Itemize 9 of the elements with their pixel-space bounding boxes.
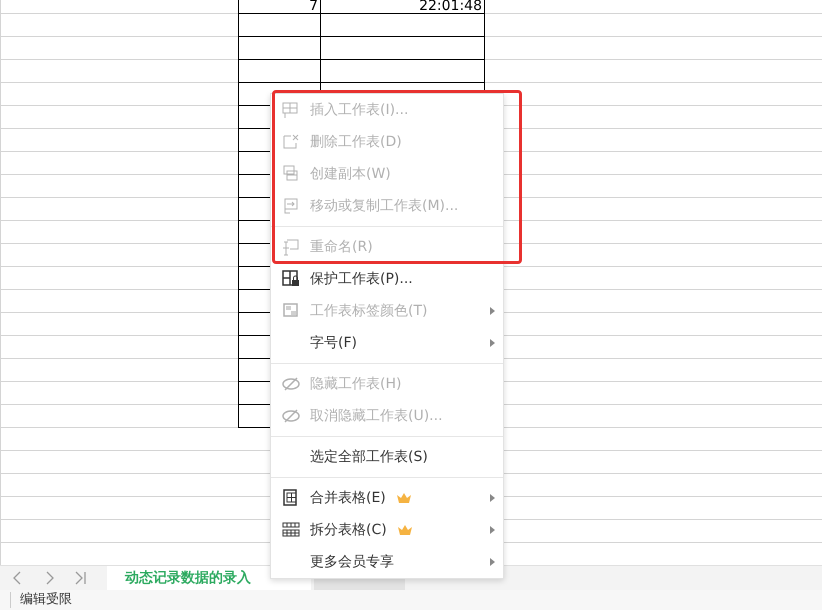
table-cell: 7 <box>309 0 318 14</box>
menu-item[interactable]: 选定全部工作表(S) <box>271 441 503 473</box>
table-lock-icon <box>281 269 301 289</box>
menu-item[interactable]: 字号(F) <box>271 327 503 359</box>
menu-item[interactable]: 拆分表格(C) <box>271 514 503 546</box>
status-text: 编辑受限 <box>10 592 72 608</box>
menu-item[interactable]: 保护工作表(P)... <box>271 263 503 295</box>
text-cursor-icon <box>281 237 301 257</box>
menu-item[interactable]: 合并表格(E) <box>271 482 503 514</box>
